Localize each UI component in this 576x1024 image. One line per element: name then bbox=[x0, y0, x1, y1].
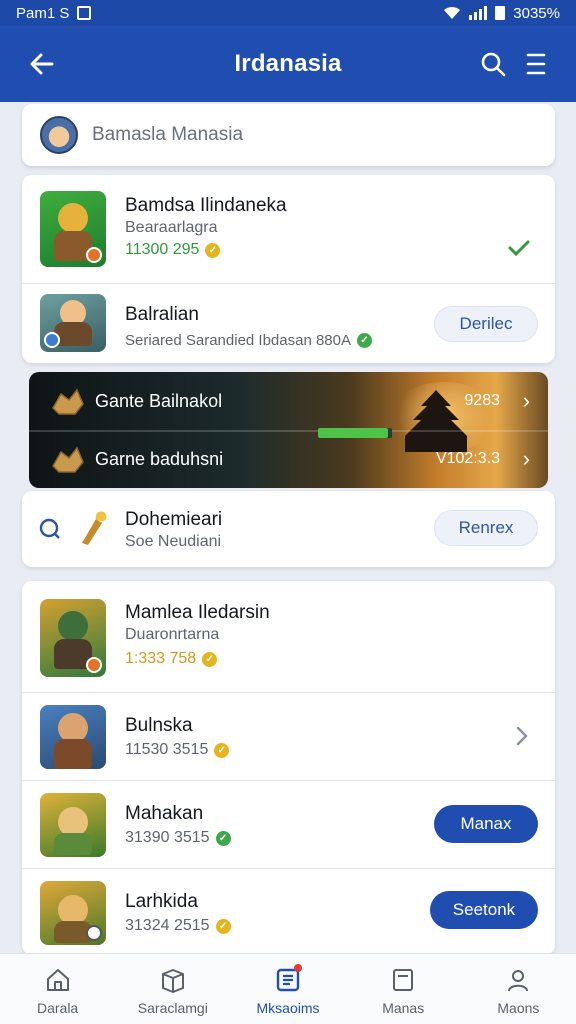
verified-icon: ✓ bbox=[215, 918, 231, 934]
game-thumbnail bbox=[40, 599, 106, 677]
nav-item-profile[interactable]: Maons bbox=[461, 954, 576, 1024]
game-thumbnail bbox=[40, 191, 106, 267]
game-card-top: Bamdsa Ilindaneka Bearaarlagra 11300 295… bbox=[22, 175, 555, 363]
signal-icon bbox=[469, 6, 488, 20]
wifi-icon bbox=[444, 6, 461, 19]
nav-label: Maons bbox=[497, 1000, 540, 1016]
search-circle-icon bbox=[39, 518, 60, 539]
game-name: Larhkida bbox=[125, 891, 198, 912]
game-thumbnail bbox=[40, 881, 106, 945]
torch-icon bbox=[82, 511, 107, 545]
nav-label: Saraclamgi bbox=[137, 1000, 208, 1016]
battery-icon bbox=[495, 6, 506, 20]
battery-percent: 3035% bbox=[513, 4, 560, 22]
menu-icon[interactable] bbox=[526, 52, 546, 76]
document-icon bbox=[393, 969, 414, 991]
list-item[interactable]: Mahakan 31390 3515 ✓ Manax bbox=[22, 780, 555, 868]
game-name: Mahakan bbox=[125, 803, 204, 824]
chevron-right-icon[interactable] bbox=[515, 725, 529, 747]
user-icon bbox=[508, 970, 529, 992]
nav-item-home[interactable]: Darala bbox=[0, 954, 115, 1024]
game-name: Balralian bbox=[125, 304, 199, 325]
nav-label: Darala bbox=[36, 1000, 79, 1016]
nav-label: Mksaoims bbox=[256, 1000, 320, 1016]
list-item[interactable]: Bamdsa Ilindaneka Bearaarlagra 11300 295… bbox=[22, 175, 555, 283]
banner-value: 9283 bbox=[464, 392, 500, 409]
game-meta-value: 11300 295 bbox=[125, 241, 200, 258]
action-button[interactable]: Derilec bbox=[434, 306, 538, 342]
game-meta: 31390 3515 ✓ bbox=[125, 829, 231, 847]
banner-value: V102:3.3 bbox=[435, 450, 500, 467]
check-icon bbox=[508, 240, 530, 257]
box-icon bbox=[161, 969, 184, 993]
action-button[interactable]: Seetonk bbox=[430, 891, 538, 929]
nav-item-menu[interactable]: Manas bbox=[346, 954, 461, 1024]
app-bar: Irdanasia bbox=[0, 26, 576, 102]
game-meta-value: 1:333 758 bbox=[125, 650, 197, 667]
game-name: Dohemieari bbox=[125, 509, 223, 530]
avatar bbox=[40, 116, 78, 154]
action-button[interactable]: Renrex bbox=[434, 510, 538, 546]
game-card-middle: Dohemieari Soe Neudiani Renrex bbox=[22, 491, 555, 567]
game-name: Bamdsa Ilindaneka bbox=[125, 195, 287, 216]
game-subtitle: Seriared Sarandied Ibdasan 880A bbox=[125, 332, 351, 349]
banner-row[interactable]: Garne baduhsni V102:3.3 › bbox=[29, 430, 548, 488]
search-input[interactable]: Bamasla Manasia bbox=[92, 124, 243, 146]
verified-icon: ✓ bbox=[205, 242, 221, 258]
nav-item-library[interactable]: Saraclamgi bbox=[115, 954, 230, 1024]
home-icon bbox=[46, 969, 69, 991]
game-subtitle: Soe Neudiani bbox=[125, 533, 222, 550]
list-item[interactable]: Balralian Seriared Sarandied Ibdasan 880… bbox=[22, 283, 555, 363]
game-meta: 11300 295 ✓ bbox=[125, 241, 221, 259]
gold-ore-icon bbox=[52, 446, 84, 473]
banner-title: Gante Bailnakol bbox=[95, 390, 223, 411]
chevron-right-icon: › bbox=[522, 446, 530, 471]
banner-title: Garne baduhsni bbox=[95, 448, 224, 469]
game-subtitle: Bearaarlagra bbox=[125, 219, 218, 236]
search-bar[interactable]: Bamasla Manasia bbox=[22, 104, 555, 166]
game-name: Mamlea Iledarsin bbox=[125, 602, 270, 623]
status-left-text: Pam1 S bbox=[16, 4, 70, 22]
nav-label: Manas bbox=[382, 1000, 425, 1016]
action-button[interactable]: Manax bbox=[434, 805, 538, 843]
game-meta: 11530 3515 ✓ bbox=[125, 741, 230, 759]
game-thumbnail bbox=[40, 793, 106, 857]
verified-icon: ✓ bbox=[214, 742, 230, 758]
game-thumbnail bbox=[40, 294, 106, 352]
game-meta: Seriared Sarandied Ibdasan 880A ✓ bbox=[125, 332, 372, 349]
notification-icon bbox=[77, 6, 92, 20]
gold-ore-icon bbox=[52, 388, 84, 415]
game-name: Bulnska bbox=[125, 715, 193, 736]
search-icon[interactable] bbox=[480, 51, 506, 77]
game-meta: 31324 2515 ✓ bbox=[125, 917, 231, 935]
verified-icon: ✓ bbox=[215, 830, 231, 846]
list-item[interactable]: Mamlea Iledarsin Duaronrtarna 1:333 758 … bbox=[22, 581, 555, 692]
list-item[interactable]: Dohemieari Soe Neudiani Renrex bbox=[22, 491, 555, 567]
game-thumbnail bbox=[40, 705, 106, 769]
featured-banner: Gante Bailnakol 9283 › Garne baduhsni V1… bbox=[29, 372, 548, 488]
bottom-nav: Darala Saraclamgi Mksaoims Manas Maons bbox=[0, 953, 576, 1024]
verified-icon: ✓ bbox=[202, 651, 218, 667]
game-meta: 1:333 758 ✓ bbox=[125, 650, 218, 668]
verified-icon: ✓ bbox=[357, 333, 372, 348]
list-item[interactable]: Larhkida 31324 2515 ✓ Seetonk bbox=[22, 868, 555, 955]
chevron-right-icon: › bbox=[522, 388, 530, 413]
banner-row[interactable]: Gante Bailnakol 9283 › bbox=[29, 372, 548, 430]
game-subtitle: Duaronrtarna bbox=[125, 626, 220, 643]
game-list-card: Mamlea Iledarsin Duaronrtarna 1:333 758 … bbox=[22, 581, 555, 955]
game-meta-value: 11530 3515 bbox=[125, 741, 209, 758]
game-meta-value: 31390 3515 bbox=[125, 829, 210, 846]
status-bar: Pam1 S 3035% bbox=[0, 0, 576, 26]
game-meta-value: 31324 2515 bbox=[125, 917, 210, 934]
nav-item-missions[interactable]: Mksaoims bbox=[230, 954, 345, 1024]
list-item[interactable]: Bulnska 11530 3515 ✓ bbox=[22, 692, 555, 780]
